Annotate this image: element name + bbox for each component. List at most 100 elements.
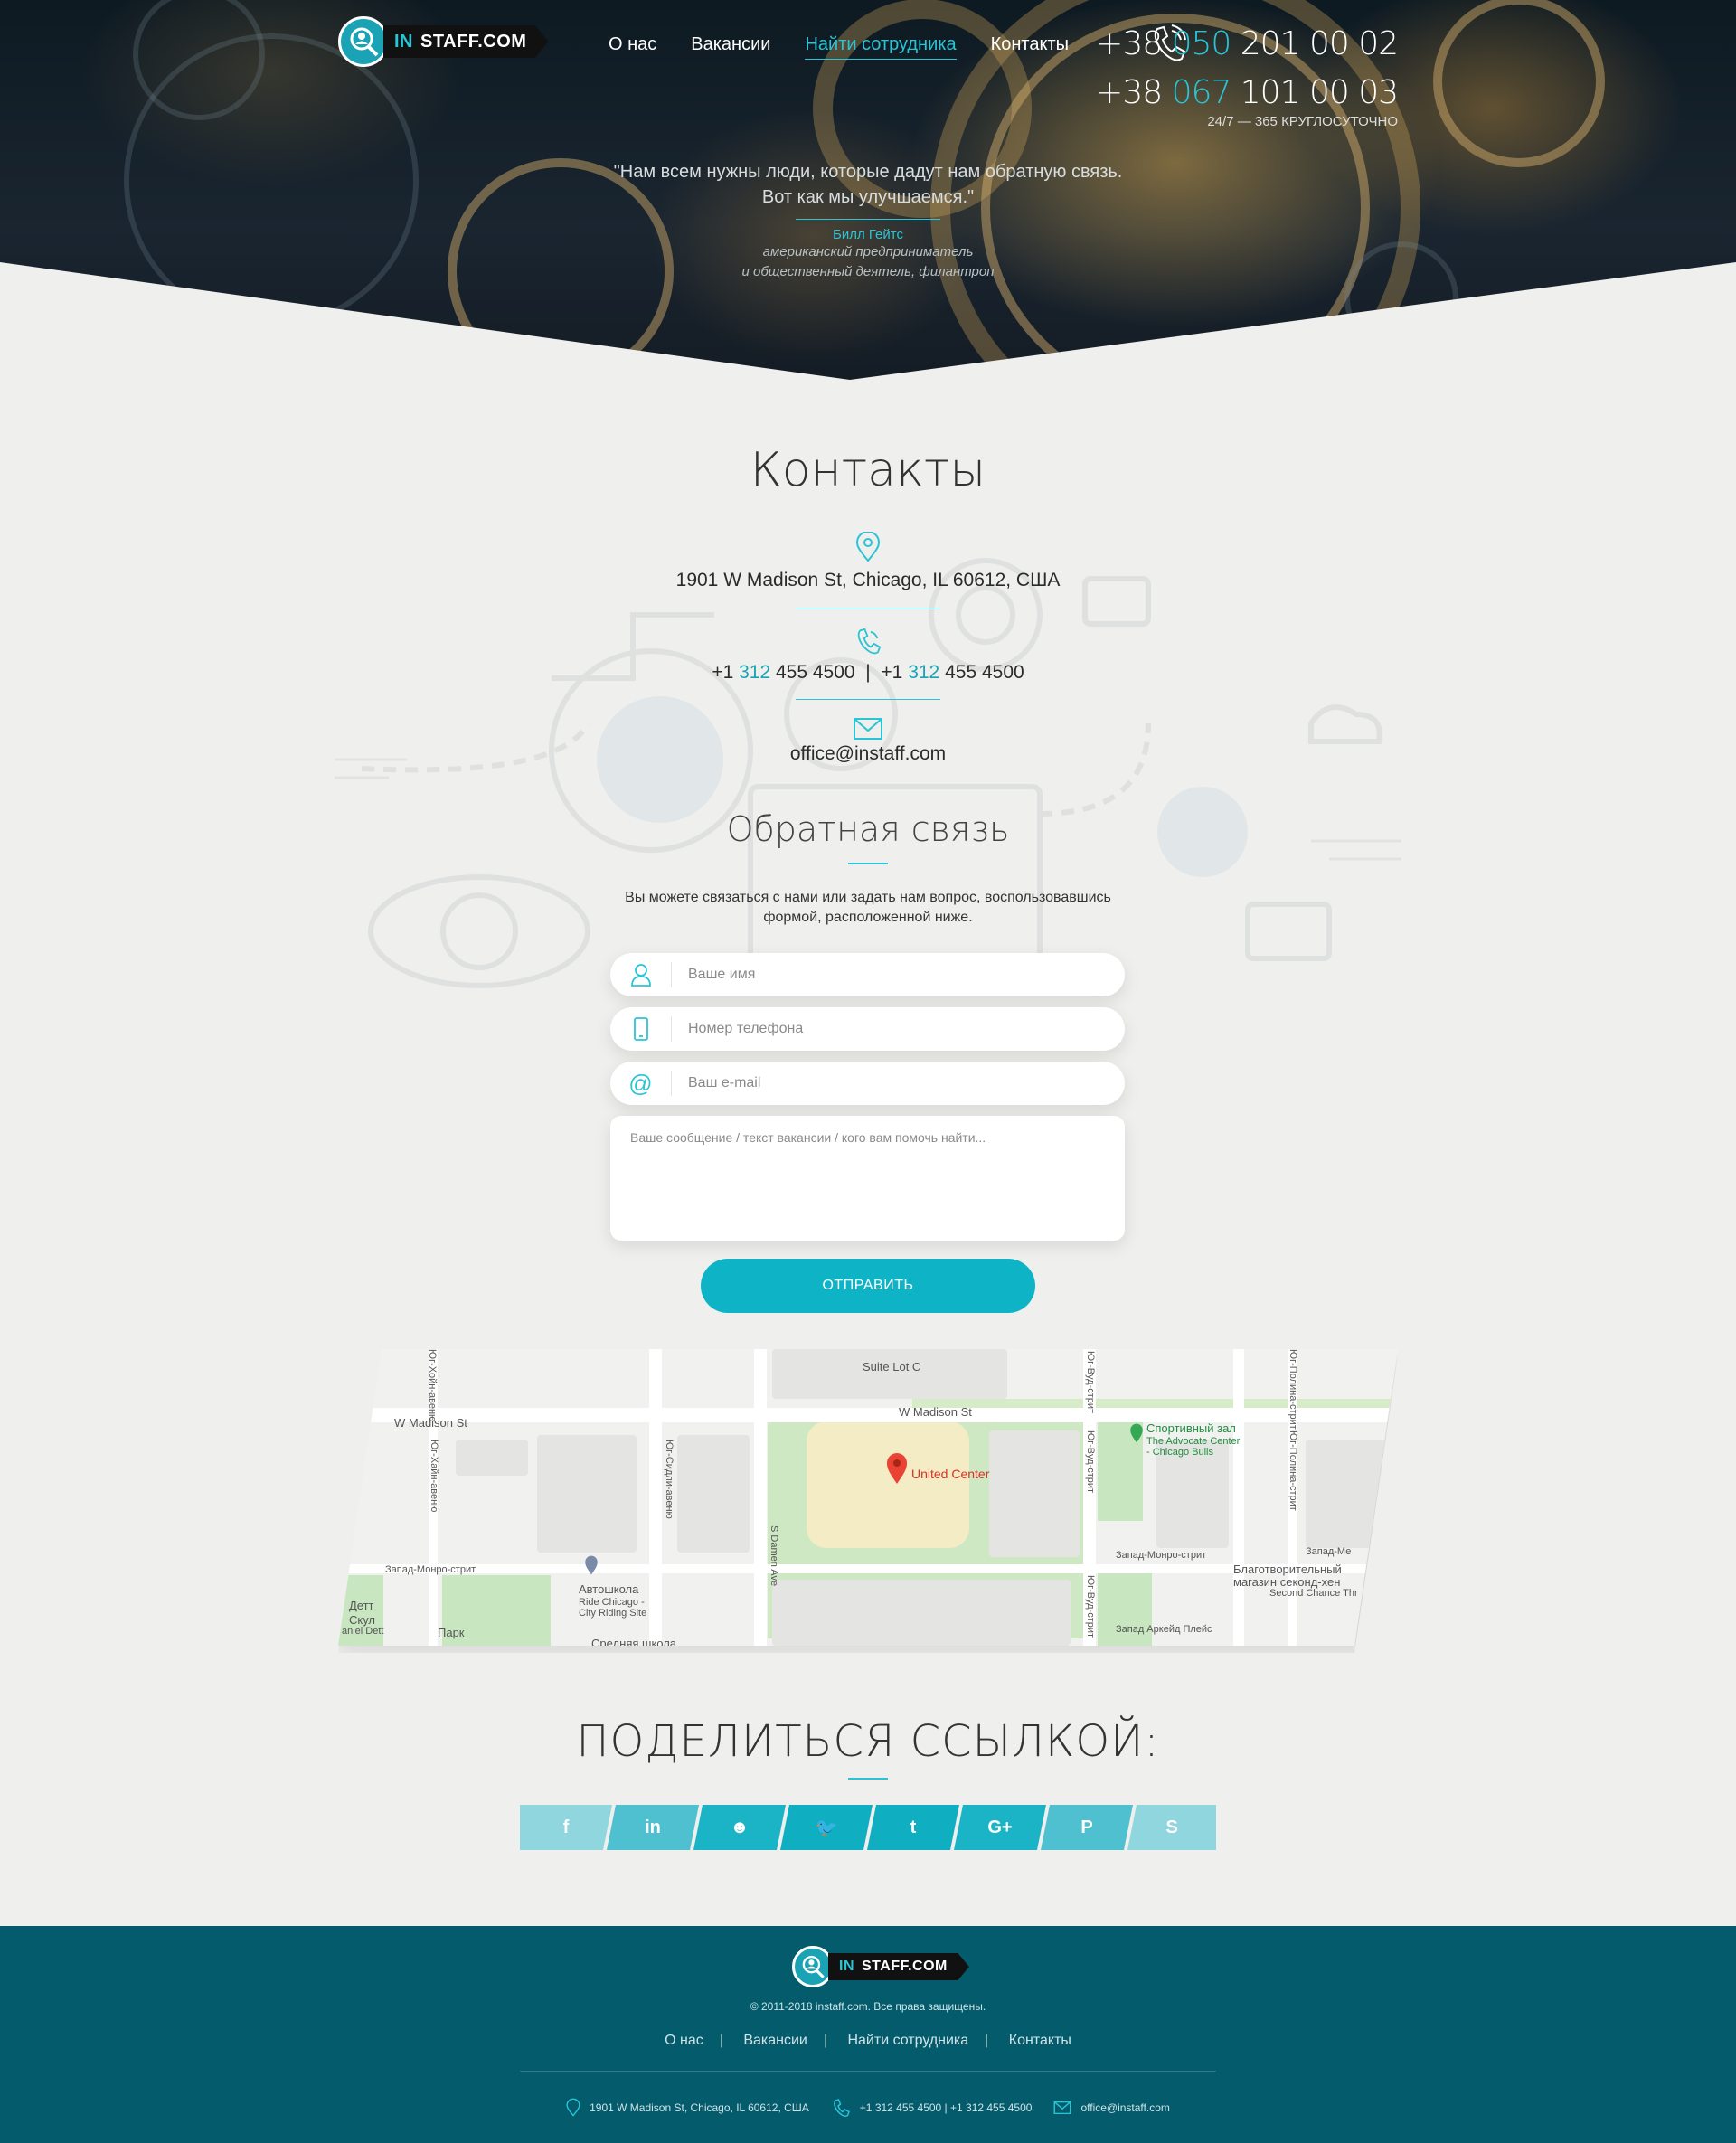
map-label: магазин секонд-хен (1233, 1575, 1341, 1589)
hero-quote: "Нам всем нужны люди, которые дадут нам … (0, 159, 1736, 282)
logo-badge-icon (338, 16, 389, 67)
map-label: Автошкола (579, 1582, 639, 1596)
map-label: - Chicago Bulls (1146, 1447, 1213, 1458)
map-label: The Advocate Center (1146, 1436, 1241, 1447)
map-label: Скул (349, 1613, 376, 1627)
share-tumblr-button[interactable]: t (867, 1805, 959, 1850)
map-label: W Madison St (899, 1405, 972, 1419)
share-title: ПОДЕЛИТЬСЯ ССЫЛКОЙ: (576, 1716, 1160, 1767)
nav-contacts[interactable]: Контакты (991, 34, 1069, 60)
nav-vacancies[interactable]: Вакансии (691, 34, 770, 60)
footer-logo[interactable]: IN STAFF.COM (792, 1946, 969, 1987)
pinterest-icon: P (1080, 1817, 1093, 1837)
skype-icon: S (1165, 1817, 1178, 1837)
map-label: Запад-Монро-стрит (385, 1564, 476, 1575)
google-map[interactable]: W Madison St W Madison St Suite Lot C Un… (338, 1349, 1398, 1646)
share-pinterest-button[interactable]: P (1041, 1805, 1133, 1850)
map-label: Запад Аркейд Плейс (1116, 1624, 1212, 1635)
school-marker-icon[interactable] (584, 1555, 599, 1575)
nav-find-employee[interactable]: Найти сотрудника (805, 34, 957, 60)
header-phone-1[interactable]: +38 050 201 00 02 (1096, 20, 1399, 69)
feedback-title: Обратная связь (726, 809, 1010, 849)
footer-nav-vacancies[interactable]: Вакансии (743, 2033, 807, 2048)
map-label: Запад-Монро-стрит (1116, 1550, 1207, 1561)
map-label: Suite Lot C (863, 1360, 921, 1374)
phone-input[interactable]: Номер телефона (672, 1021, 803, 1037)
footer-phones: +1 312 455 4500 | +1 312 455 4500 (831, 2098, 1032, 2118)
map-label: Юг-Вуд-стрит (1085, 1351, 1096, 1414)
contact-address: 1901 W Madison St, Chicago, IL 60612, СШ… (675, 570, 1061, 590)
footer-nav-find-employee[interactable]: Найти сотрудника (847, 2033, 968, 2048)
location-pin-icon (855, 532, 881, 562)
share-title-underline (848, 1778, 888, 1780)
logo-badge-icon (792, 1946, 834, 1987)
footer-divider (520, 2071, 1216, 2072)
share-facebook-button[interactable]: f (520, 1805, 612, 1850)
email-input[interactable]: Ваш e-mail (672, 1075, 760, 1091)
footer-nav-contacts[interactable]: Контакты (1009, 2033, 1071, 2048)
contact-email[interactable]: office@instaff.com (0, 743, 1736, 765)
share-reddit-button[interactable]: ☻ (693, 1805, 786, 1850)
footer-email[interactable]: office@instaff.com (1053, 2101, 1170, 2114)
map-label: Юг-Сидли-авеню (664, 1440, 675, 1519)
quote-role-2: и общественный деятель, филантроп (741, 264, 995, 279)
share-linkedin-button[interactable]: in (607, 1805, 699, 1850)
quote-author: Билл Гейтс (833, 227, 903, 242)
linkedin-icon: in (645, 1817, 661, 1837)
map-label: City Riding Site (579, 1608, 647, 1619)
logo[interactable]: IN STAFF.COM (338, 16, 549, 67)
contact-phones: +1 312 455 4500 | +1 312 455 4500 (712, 662, 1024, 683)
phone-field[interactable]: Номер телефона (610, 1007, 1125, 1051)
email-field[interactable]: @ Ваш e-mail (610, 1062, 1125, 1105)
envelope-icon (854, 718, 882, 740)
name-field[interactable]: Ваше имя (610, 953, 1125, 996)
quote-line-2: Вот как мы улучшаемся." (761, 187, 975, 207)
contact-divider (796, 699, 940, 700)
footer-nav: О нас | Вакансии | Найти сотрудника | Конта… (665, 2033, 1071, 2048)
map-label: Second Chance Thr (1269, 1588, 1358, 1599)
footer-nav-about[interactable]: О нас (665, 2033, 703, 2048)
reddit-icon: ☻ (730, 1817, 750, 1837)
map-label: United Center (911, 1467, 990, 1481)
header-phones: +38 050 201 00 02 +38 067 101 00 03 24/7… (1096, 20, 1399, 129)
mobile-phone-icon (610, 1016, 672, 1042)
gym-marker-icon[interactable] (1129, 1423, 1144, 1443)
map-label: Юг-Полина-стрит (1288, 1349, 1298, 1430)
message-textarea[interactable]: Ваше сообщение / текст вакансии / кого в… (610, 1116, 1125, 1241)
share-skype-button[interactable]: S (1127, 1805, 1216, 1850)
logo-wordmark: IN STAFF.COM (828, 1953, 969, 1980)
map-label: Юг-Вуд-стрит (1085, 1430, 1096, 1494)
map-tiles (338, 1349, 1398, 1646)
quote-line-1: "Нам всем нужны люди, которые дадут нам … (613, 162, 1123, 182)
hero-banner: IN STAFF.COM О нас Вакансии Найти сотрудн… (0, 0, 1736, 380)
footer: IN STAFF.COM © 2011-2018 instaff.com. Все… (0, 1926, 1736, 2143)
contacts-title: Контакты (750, 443, 986, 497)
map-label: Юг-Вуд-стрит (1085, 1575, 1096, 1638)
main-nav: О нас Вакансии Найти сотрудника Контакты (609, 34, 1069, 60)
map-label: Запад-Ме (1306, 1546, 1352, 1557)
footer-contacts: 1901 W Madison St, Chicago, IL 60612, СШ… (0, 2098, 1736, 2118)
at-sign-icon: @ (610, 1071, 672, 1096)
feedback-description: Вы можете связаться с нами или задать на… (625, 890, 1111, 925)
share-twitter-button[interactable]: 🐦 (780, 1805, 873, 1850)
copyright: © 2011-2018 instaff.com. Все права защищ… (750, 2000, 986, 2013)
map-label: aniel Dett (342, 1626, 384, 1637)
map-marker-icon[interactable] (886, 1452, 908, 1485)
map-label: Юг-Полина-стрит (1288, 1430, 1298, 1511)
footer-address: 1901 W Madison St, Chicago, IL 60612, СШ… (566, 2098, 809, 2118)
phone-icon (833, 2099, 850, 2117)
map-label: Юг-Хайн-авеню (429, 1440, 439, 1513)
quote-divider (796, 219, 940, 220)
send-button[interactable]: ОТПРАВИТЬ (701, 1259, 1035, 1313)
envelope-icon (1053, 2101, 1071, 2114)
user-icon (610, 962, 672, 987)
header-phone-2[interactable]: +38 067 101 00 03 (1096, 69, 1399, 118)
map-label: Средняя школа (591, 1637, 677, 1646)
map-label: Спортивный зал (1146, 1421, 1236, 1435)
map-label: Благотворительный (1233, 1562, 1342, 1576)
name-input[interactable]: Ваше имя (672, 967, 755, 983)
quote-role-1: американский предприниматель (762, 244, 974, 260)
share-google-plus-button[interactable]: G+ (954, 1805, 1046, 1850)
contact-phone-icon (857, 628, 882, 655)
nav-about[interactable]: О нас (609, 34, 656, 60)
